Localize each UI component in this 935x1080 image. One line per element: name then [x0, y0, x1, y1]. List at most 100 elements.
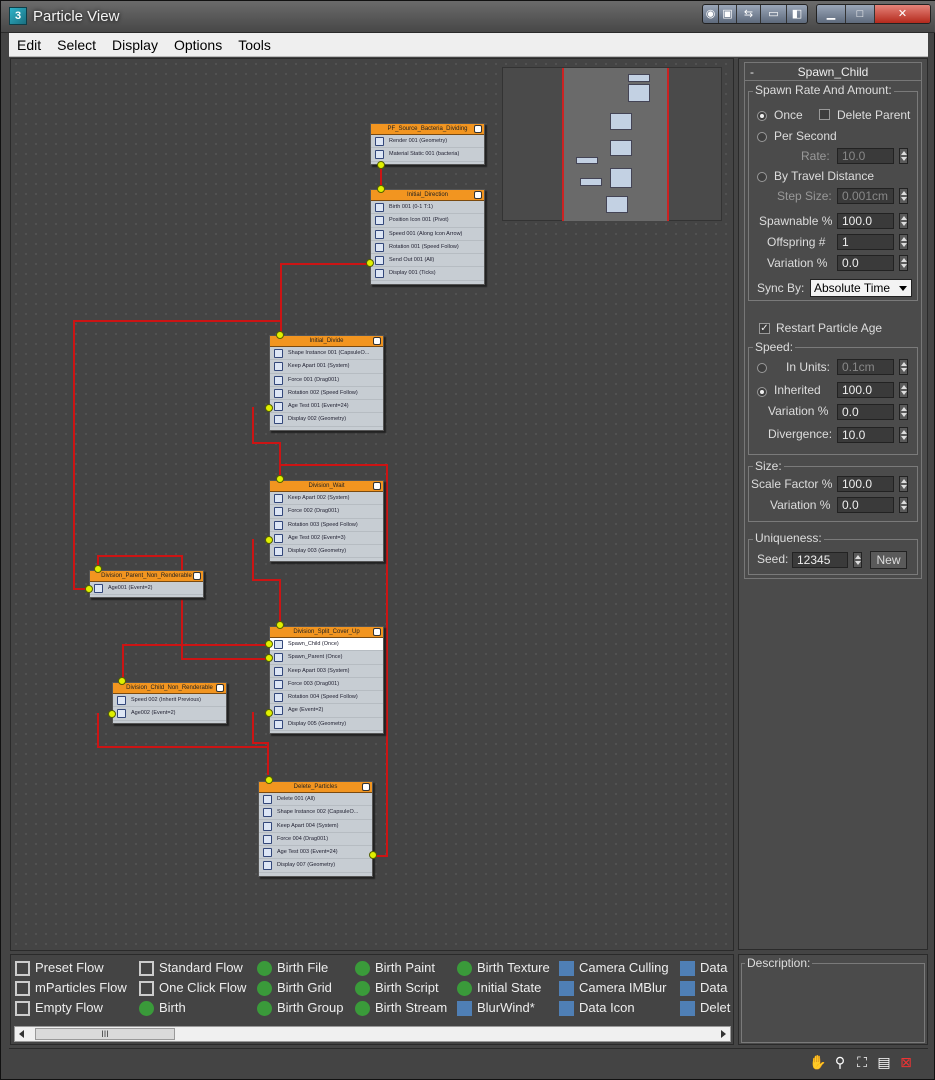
in-units-radio[interactable]: [757, 363, 767, 373]
scroll-thumb[interactable]: III: [35, 1028, 175, 1040]
event-display-canvas[interactable]: PF_Source_Bacteria_Dividing Render 001 (…: [10, 58, 734, 951]
title-bar[interactable]: 3 Particle View ◉ ▣ ⇆ ▭ ◧ ▁ □ ✕: [1, 1, 935, 33]
seed-field[interactable]: 12345: [792, 552, 848, 568]
event-node[interactable]: Division_Split_Cover_Up Spawn_Child (Onc…: [269, 626, 384, 734]
depot-item[interactable]: Empty Flow: [15, 998, 103, 1018]
depot-item[interactable]: Data: [680, 978, 727, 998]
depot-item[interactable]: Birth Texture: [457, 958, 550, 978]
operator-row[interactable]: Shape Instance 002 (CapsuleO...: [259, 806, 372, 820]
output-port[interactable]: [377, 161, 385, 169]
close-button[interactable]: ✕: [875, 5, 930, 23]
delete-parent-checkbox[interactable]: [819, 109, 830, 120]
scale-factor-field[interactable]: 100.0: [837, 476, 894, 492]
inherited-radio[interactable]: [757, 387, 767, 397]
depot-item[interactable]: Data Icon: [559, 998, 635, 1018]
size-variation-field[interactable]: 0.0: [837, 497, 894, 513]
menu-display[interactable]: Display: [104, 33, 166, 57]
dock-icon[interactable]: ◧: [787, 5, 807, 23]
size-variation-spinner[interactable]: [899, 497, 908, 513]
depot-item[interactable]: Birth File: [257, 958, 328, 978]
operator-row[interactable]: Force 002 (Drag001): [270, 505, 383, 519]
event-node[interactable]: PF_Source_Bacteria_Dividing Render 001 (…: [370, 123, 485, 165]
operator-row[interactable]: Rotation 001 (Speed Follow): [371, 241, 484, 255]
zoom-icon[interactable]: ⚲: [831, 1053, 849, 1071]
operator-row[interactable]: Age001 (Event=2): [90, 582, 203, 596]
operator-row[interactable]: Display 001 (Ticks): [371, 267, 484, 281]
event-node[interactable]: Initial_Divide Shape Instance 001 (Capsu…: [269, 335, 384, 431]
scroll-left-icon[interactable]: [19, 1030, 24, 1038]
per-second-radio[interactable]: [757, 132, 767, 142]
operator-row[interactable]: Keep Apart 002 (System): [270, 492, 383, 506]
operator-row[interactable]: Position Icon 001 (Pivot): [371, 214, 484, 228]
input-port[interactable]: [276, 621, 284, 629]
event-node[interactable]: Division_Parent_Non_Renderable Age001 (E…: [89, 570, 204, 598]
minimap-view-area[interactable]: [562, 68, 669, 221]
depot-item[interactable]: Birth Paint: [355, 958, 435, 978]
swap-icon[interactable]: ⇆: [737, 5, 761, 23]
test-output-port[interactable]: [265, 404, 273, 412]
operator-row[interactable]: Speed 002 (Inherit Previous): [113, 694, 226, 708]
depot-item[interactable]: mParticles Flow: [15, 978, 127, 998]
event-title[interactable]: Initial_Direction: [371, 190, 484, 201]
variation-field[interactable]: 0.0: [837, 255, 894, 271]
menu-select[interactable]: Select: [49, 33, 104, 57]
collapse-icon[interactable]: -: [750, 63, 754, 81]
seed-spinner[interactable]: [853, 552, 862, 568]
operator-row[interactable]: Material Static 001 (bacteria): [371, 148, 484, 162]
event-node[interactable]: Division_Child_Non_Renderable Speed 002 …: [112, 682, 227, 724]
depot-item[interactable]: Birth Stream: [355, 998, 447, 1018]
depot-item[interactable]: Birth Grid: [257, 978, 332, 998]
offspring-field[interactable]: 1: [837, 234, 894, 250]
input-port[interactable]: [118, 677, 126, 685]
restart-age-checkbox[interactable]: ✓: [759, 323, 770, 334]
depot-item[interactable]: One Click Flow: [139, 978, 246, 998]
depot-item[interactable]: Camera Culling: [559, 958, 669, 978]
event-title[interactable]: Division_Parent_Non_Renderable: [90, 571, 203, 582]
event-title[interactable]: Division_Child_Non_Renderable: [113, 683, 226, 694]
operator-row[interactable]: Birth 001 (0-1 T:1): [371, 201, 484, 215]
divergence-spinner[interactable]: [899, 427, 908, 443]
operator-row[interactable]: Age Test 003 (Event=24): [259, 846, 372, 860]
test-output-port[interactable]: [85, 585, 93, 593]
operator-row[interactable]: Display 003 (Geometry): [270, 545, 383, 559]
maximize-button[interactable]: □: [846, 5, 875, 23]
test-output-port[interactable]: [265, 640, 273, 648]
rollout-title-bar[interactable]: - Spawn_Child: [745, 63, 921, 81]
operator-row[interactable]: Display 007 (Geometry): [259, 859, 372, 873]
depot-item[interactable]: Initial State: [457, 978, 541, 998]
minimize-button[interactable]: ▁: [817, 5, 846, 23]
operator-row[interactable]: Age Test 001 (Event=24): [270, 400, 383, 414]
depot-item[interactable]: Data: [680, 958, 727, 978]
depot-item[interactable]: Birth: [139, 998, 186, 1018]
event-node[interactable]: Division_Wait Keep Apart 002 (System) Fo…: [269, 480, 384, 562]
depot-horizontal-scrollbar[interactable]: III: [14, 1026, 731, 1042]
step-size-field[interactable]: 0.001cm: [837, 188, 894, 204]
operator-row[interactable]: Display 005 (Geometry): [270, 718, 383, 732]
operator-row[interactable]: Age Test 002 (Event=3): [270, 532, 383, 546]
depot-item[interactable]: Preset Flow: [15, 958, 104, 978]
operator-row[interactable]: Keep Apart 004 (System): [259, 820, 372, 833]
operator-row[interactable]: Age002 (Event=2): [113, 707, 226, 721]
by-travel-radio[interactable]: [757, 172, 767, 182]
window-icon[interactable]: ▭: [761, 5, 787, 23]
scale-factor-spinner[interactable]: [899, 476, 908, 492]
test-output-port[interactable]: [366, 259, 374, 267]
scroll-right-icon[interactable]: [721, 1030, 726, 1038]
operator-row[interactable]: Rotation 004 (Speed Follow): [270, 691, 383, 705]
operator-row[interactable]: Force 004 (Drag001): [259, 833, 372, 847]
operator-row[interactable]: Rotation 003 (Speed Follow): [270, 519, 383, 532]
divergence-field[interactable]: 10.0: [837, 427, 894, 443]
spawnable-field[interactable]: 100.0: [837, 213, 894, 229]
overview-minimap[interactable]: [502, 67, 722, 221]
event-title[interactable]: Delete_Particles: [259, 782, 372, 793]
test-output-port[interactable]: [265, 654, 273, 662]
event-title[interactable]: PF_Source_Bacteria_Dividing: [371, 124, 484, 135]
operator-row[interactable]: Force 003 (Drag001): [270, 678, 383, 692]
input-port[interactable]: [377, 185, 385, 193]
operator-row[interactable]: Shape Instance 001 (CapsuleO...: [270, 347, 383, 361]
depot-item[interactable]: Delet: [680, 998, 730, 1018]
operator-row[interactable]: Keep Apart 001 (System): [270, 360, 383, 374]
spawnable-spinner[interactable]: [899, 213, 908, 229]
in-units-spinner[interactable]: [899, 359, 908, 375]
depot-item[interactable]: Standard Flow: [139, 958, 243, 978]
